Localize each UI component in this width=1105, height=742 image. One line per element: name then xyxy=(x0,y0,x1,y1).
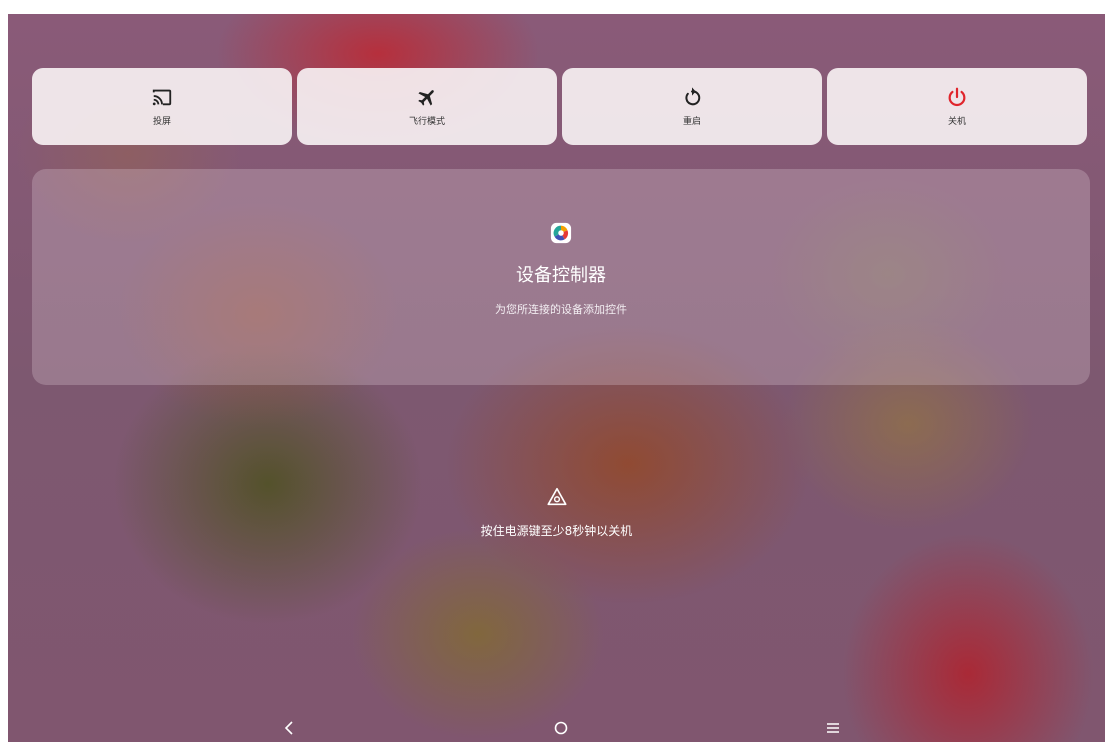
restart-label: 重启 xyxy=(682,117,701,127)
power-off-button[interactable]: 关机 xyxy=(827,68,1087,145)
cast-button[interactable]: 投屏 xyxy=(32,68,292,145)
menu-icon xyxy=(827,723,839,733)
power-icon xyxy=(948,87,966,107)
airplane-icon xyxy=(418,90,434,106)
airplane-mode-button[interactable]: 飞行模式 xyxy=(297,68,557,145)
cast-label: 投屏 xyxy=(152,117,171,127)
power-key-hint-icon xyxy=(546,487,567,506)
navigation-bar xyxy=(8,714,1105,742)
restart-icon xyxy=(685,87,701,106)
device-controls-panel[interactable]: 设备控制器 为您所连接的设备添加控件 xyxy=(32,169,1090,385)
home-icon xyxy=(554,721,568,735)
device-controls-title: 设备控制器 xyxy=(516,265,606,286)
back-icon xyxy=(284,721,293,735)
power-hint-text: 按住电源键至少8秒钟以关机 xyxy=(480,524,633,538)
power-off-label: 关机 xyxy=(947,117,966,127)
cast-icon xyxy=(152,89,172,106)
back-button[interactable] xyxy=(277,717,301,739)
device-controls-app-icon xyxy=(550,222,572,244)
airplane-mode-label: 飞行模式 xyxy=(408,117,445,127)
menu-button[interactable] xyxy=(821,717,845,739)
power-menu-screen: 投屏 飞行模式 重启 关机 设备控制器 为您所连接的设备添加控件 按住电源键至少… xyxy=(8,14,1105,742)
quick-actions-row: 投屏 飞行模式 重启 关机 xyxy=(32,68,1087,145)
restart-button[interactable]: 重启 xyxy=(562,68,822,145)
power-hint: 按住电源键至少8秒钟以关机 xyxy=(8,486,1105,539)
home-button[interactable] xyxy=(549,717,573,739)
device-controls-subtitle: 为您所连接的设备添加控件 xyxy=(495,303,627,316)
